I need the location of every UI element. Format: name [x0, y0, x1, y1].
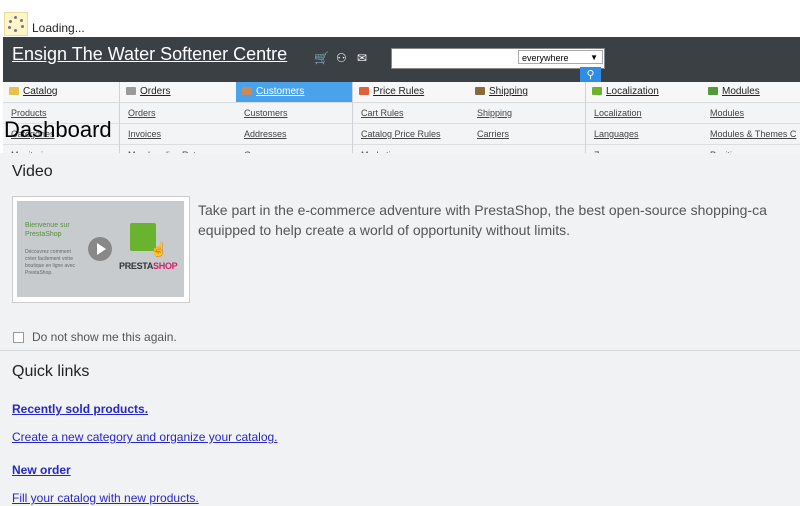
submenu-item[interactable]: Shipping	[469, 103, 585, 124]
menu-column-orders: OrdersOrdersInvoicesMerchandise Returns	[120, 82, 237, 153]
quick-link-new-category[interactable]: Create a new category and organize your …	[12, 430, 278, 444]
main-menu: CatalogProductsCategoriesMonitoringOrder…	[3, 82, 800, 153]
globe-icon	[592, 87, 602, 95]
cart-icon	[126, 87, 136, 95]
submenu-item[interactable]: Orders	[120, 103, 236, 124]
quick-links-heading: Quick links	[12, 363, 90, 380]
submenu-item[interactable]: Modules & Themes C	[702, 124, 800, 145]
video-thumbnail[interactable]: Bienvenue sur PrestaShop Découvrez comme…	[12, 196, 190, 303]
search-icon: ⚲	[586, 69, 595, 81]
cart-icon[interactable]: 🛒	[314, 51, 329, 65]
menu-column-customers: CustomersCustomersAddressesGroups	[236, 82, 353, 153]
menu-tab-label: Modules	[722, 86, 760, 97]
submenu-item[interactable]: Invoices	[120, 124, 236, 145]
menu-tab-label: Customers	[256, 86, 305, 97]
menu-tab-catalog[interactable]: Catalog	[3, 82, 119, 103]
menu-column-price-rules: Price Rules Cart Rules Catalog Price Rules…	[353, 82, 470, 153]
shop-name-link[interactable]: Ensign The Water Softener Centre	[12, 44, 287, 65]
menu-tab-orders[interactable]: Orders	[120, 82, 236, 103]
submenu-item	[469, 145, 585, 153]
menu-tab-customers[interactable]: Customers	[236, 82, 352, 103]
submenu-item[interactable]: Customers	[236, 103, 352, 124]
menu-tab-localization[interactable]: Localization	[586, 82, 702, 103]
customer-icon	[242, 87, 252, 95]
submenu-item[interactable]: Merchandise Returns	[120, 145, 236, 153]
quick-link-recently-sold[interactable]: Recently sold products.	[12, 402, 148, 416]
menu-tab-label: Price Rules	[373, 86, 425, 97]
chat-icon[interactable]: ✉	[357, 51, 367, 65]
dashboard-content: Video Bienvenue sur PrestaShop Découvrez…	[0, 153, 800, 506]
checkbox-box[interactable]	[13, 331, 24, 343]
divider	[0, 350, 800, 351]
checkbox-label: Do not show me this again.	[32, 330, 177, 344]
menu-tab-label: Shipping	[489, 86, 528, 97]
video-thumb-subtitle: Découvrez comment créer facilement votre…	[25, 249, 76, 276]
quick-link-new-order[interactable]: New order	[12, 463, 71, 477]
quick-link-new-products[interactable]: Fill your catalog with new products.	[12, 491, 199, 505]
search-scope-select[interactable]: everywhere ▼	[518, 50, 603, 64]
submenu-item[interactable]: Modules	[702, 103, 800, 124]
prestashop-logo: PRESTASHOP	[119, 261, 178, 271]
menu-tab-modules[interactable]: Modules	[702, 82, 800, 103]
submenu-item[interactable]: Cart Rules	[353, 103, 469, 124]
menu-tab-label: Orders	[140, 86, 171, 97]
menu-tab-label: Localization	[606, 86, 659, 97]
play-icon[interactable]	[88, 237, 112, 261]
submenu-item[interactable]: Catalog Price Rules	[353, 124, 469, 145]
admin-header: Ensign The Water Softener Centre 🛒 ⚇ ✉ e…	[3, 37, 800, 82]
folder-icon	[9, 87, 19, 95]
menu-column-modules: ModulesModulesModules & Themes CPosition…	[702, 82, 800, 153]
menu-tab-label: Catalog	[23, 86, 58, 97]
spinner-icon	[4, 12, 28, 36]
submenu-item[interactable]: Addresses	[236, 124, 352, 145]
video-heading: Video	[12, 163, 53, 180]
submenu-item[interactable]: Marketing	[353, 145, 469, 153]
video-thumb-title: Bienvenue sur PrestaShop	[25, 222, 70, 238]
menu-tab-price-rules[interactable]: Price Rules	[353, 82, 469, 103]
video-description: Take part in the e-commerce adventure wi…	[198, 202, 767, 238]
price-tag-icon	[359, 87, 369, 95]
submenu-item[interactable]: Positions	[702, 145, 800, 153]
loading-indicator: Loading...	[4, 8, 85, 36]
menu-column-shipping: Shipping Shipping Carriers	[469, 82, 586, 153]
submenu-item[interactable]: Zones	[586, 145, 702, 153]
submenu-item[interactable]: Monitoring	[3, 145, 119, 153]
submenu-item[interactable]: Carriers	[469, 124, 585, 145]
menu-column-localization: LocalizationLocalizationLanguagesZones	[586, 82, 703, 153]
page-title: Dashboard	[4, 117, 112, 142]
menu-tab-shipping[interactable]: Shipping	[469, 82, 585, 103]
loading-text: Loading...	[32, 21, 85, 35]
chevron-down-icon: ▼	[590, 53, 598, 62]
users-icon[interactable]: ⚇	[336, 51, 347, 65]
pointer-hand-icon: ☝	[150, 241, 168, 257]
dont-show-again-checkbox[interactable]: Do not show me this again.	[13, 330, 177, 344]
submenu-item[interactable]: Groups	[236, 145, 352, 153]
submenu-item[interactable]: Localization	[586, 103, 702, 124]
puzzle-icon	[708, 87, 718, 95]
submenu-item[interactable]: Languages	[586, 124, 702, 145]
truck-icon	[475, 87, 485, 95]
